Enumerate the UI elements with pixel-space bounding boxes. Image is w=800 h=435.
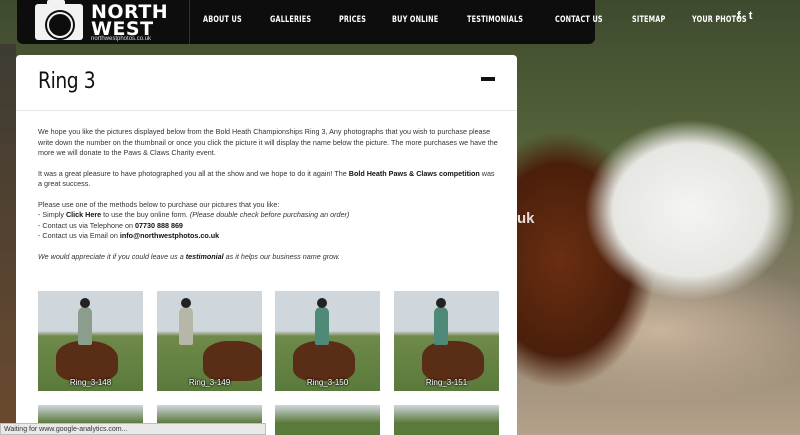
background-left-edge <box>0 44 16 435</box>
nav-buy-online[interactable]: BUY ONLINE <box>392 15 438 25</box>
buy-online-link[interactable]: Click Here <box>66 210 101 219</box>
gallery-thumbnail[interactable] <box>394 405 499 435</box>
browser-status-bar: Waiting for www.google-analytics.com... <box>0 423 266 435</box>
thumbnail-caption: Ring_3-148 <box>69 378 112 387</box>
email-link[interactable]: info@northwestphotos.co.uk <box>120 231 219 240</box>
nav-prices[interactable]: PRICES <box>339 15 366 25</box>
thumbnail-caption: Ring_3-150 <box>306 378 349 387</box>
site-logo[interactable]: NORTH WEST northwestphotos.co.uk <box>35 0 173 42</box>
gallery-thumbnail[interactable]: Ring_3-151 <box>394 291 499 391</box>
page-title: Ring 3 <box>38 69 96 94</box>
nav-divider <box>189 0 190 44</box>
thumbnail-caption: Ring_3-149 <box>188 378 231 387</box>
nav-sitemap[interactable]: SITEMAP <box>632 15 665 25</box>
facebook-icon[interactable]: f <box>737 10 741 22</box>
gallery-thumbnail[interactable] <box>275 405 380 435</box>
main-nav: ABOUT US GALLERIES PRICES BUY ONLINE TES… <box>203 15 778 25</box>
nav-contact-us[interactable]: CONTACT US <box>555 15 603 25</box>
background-partial-text: uk <box>517 210 535 227</box>
top-navigation-bar: NORTH WEST northwestphotos.co.uk ABOUT U… <box>17 0 747 44</box>
nav-about-us[interactable]: ABOUT US <box>203 15 242 25</box>
pleasure-paragraph: It was a great pleasure to have photogra… <box>38 168 495 189</box>
social-links: f t <box>737 10 757 22</box>
panel-header: Ring 3 <box>16 55 517 111</box>
intro-paragraph: We hope you like the pictures displayed … <box>38 127 498 157</box>
gallery-thumbnail[interactable]: Ring_3-149 <box>157 291 262 391</box>
gallery-thumbnail[interactable]: Ring_3-148 <box>38 291 143 391</box>
camera-logo-icon <box>35 0 83 40</box>
phone-number: 07730 888 869 <box>134 220 183 230</box>
testimonial-link[interactable]: testimonial <box>186 252 224 261</box>
logo-url: northwestphotos.co.uk <box>91 36 152 42</box>
nav-galleries[interactable]: GALLERIES <box>270 15 311 25</box>
testimonial-paragraph: We would appreciate it if you could leav… <box>38 251 340 261</box>
twitter-icon[interactable]: t <box>749 10 753 22</box>
page-copy: We hope you like the pictures displayed … <box>38 127 498 272</box>
methods-heading: Please use one of the methods below to p… <box>38 199 280 209</box>
thumbnail-caption: Ring_3-151 <box>425 378 468 387</box>
collapse-icon[interactable] <box>481 77 495 81</box>
gallery-thumbnail[interactable]: Ring_3-150 <box>275 291 380 391</box>
nav-testimonials[interactable]: TESTIMONIALS <box>467 15 523 25</box>
content-panel: Ring 3 We hope you like the pictures dis… <box>16 55 517 435</box>
methods-paragraph: Please use one of the methods below to p… <box>38 199 350 241</box>
